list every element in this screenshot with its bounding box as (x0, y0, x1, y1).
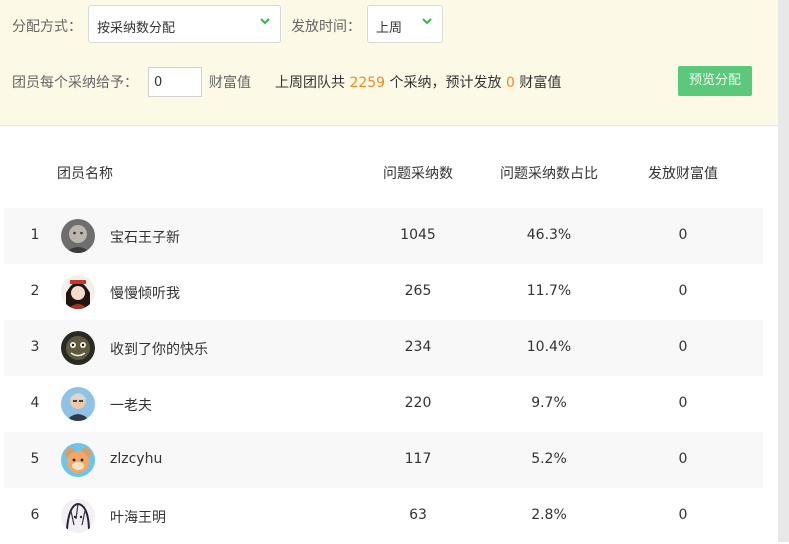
member-name[interactable]: 慢慢倾听我 (110, 283, 180, 303)
row-index: 5 (30, 451, 40, 467)
adoption-count: 220 (404, 395, 432, 411)
summary-mid: 个采纳，预计发放 (389, 75, 502, 91)
total-adoptions: 2259 (349, 75, 386, 91)
avatar[interactable] (61, 219, 95, 253)
row-index: 3 (30, 339, 40, 355)
estimated-wealth: 0 (506, 75, 515, 91)
avatar[interactable] (61, 331, 95, 365)
row-index: 2 (30, 283, 40, 299)
member-name[interactable]: 叶海王明 (110, 507, 166, 527)
member-name[interactable]: 一老夫 (110, 395, 152, 415)
summary-text: 上周团队共 2259 个采纳，预计发放 0 财富值 (275, 72, 561, 92)
member-name[interactable]: 收到了你的快乐 (110, 339, 208, 359)
scrollbar[interactable] (778, 0, 789, 542)
time-select[interactable]: 上周 (367, 5, 443, 43)
adoption-percent: 46.3% (526, 227, 572, 243)
wealth-value: 0 (678, 451, 688, 467)
header-adoption-count: 问题采纳数 (383, 166, 453, 182)
per-adoption-input[interactable] (148, 67, 202, 97)
avatar[interactable] (61, 275, 95, 309)
adoption-percent: 10.4% (526, 339, 572, 355)
row-index: 1 (30, 227, 40, 243)
row-index: 6 (30, 507, 40, 523)
preview-allocation-button[interactable]: 预览分配 (678, 66, 752, 96)
adoption-percent: 9.7% (531, 395, 567, 411)
table-row: 1 宝石王子新 1045 46.3% 0 (4, 208, 763, 264)
adoption-count: 265 (404, 283, 432, 299)
chevron-down-icon (260, 18, 270, 25)
wealth-value: 0 (678, 283, 688, 299)
header-adoption-percent: 问题采纳数占比 (500, 166, 598, 182)
adoption-count: 1045 (400, 227, 436, 243)
avatar[interactable] (61, 499, 95, 533)
table-row: 5 zlzcyhu 117 5.2% 0 (4, 432, 763, 488)
adoption-count: 63 (409, 507, 427, 523)
wealth-value: 0 (678, 507, 688, 523)
chevron-down-icon (422, 18, 432, 25)
per-adoption-unit: 财富值 (209, 75, 251, 91)
summary-unit: 财富值 (519, 75, 562, 91)
table-row: 6 叶海王明 63 2.8% 0 (4, 488, 763, 544)
member-name[interactable]: 宝石王子新 (110, 227, 180, 247)
method-label: 分配方式： (12, 19, 82, 35)
per-adoption-label: 团员每个采纳给予： (12, 75, 138, 91)
member-name[interactable]: zlzcyhu (110, 451, 162, 467)
avatar[interactable] (61, 443, 95, 477)
time-label: 发放时间： (291, 19, 361, 35)
header-wealth: 发放财富值 (648, 166, 718, 182)
adoption-percent: 2.8% (531, 507, 567, 523)
method-select-value: 按采纳数分配 (97, 21, 176, 36)
wealth-value: 0 (678, 339, 688, 355)
header-member-name: 团员名称 (57, 166, 113, 182)
allocation-settings-panel: 分配方式： 按采纳数分配 发放时间： 上周 团员每个采纳给予： 财富值 上周团队… (0, 0, 778, 126)
row-index: 4 (30, 395, 40, 411)
time-select-value: 上周 (376, 21, 403, 36)
avatar[interactable] (61, 387, 95, 421)
table-row: 4 一老夫 220 9.7% 0 (4, 376, 763, 432)
adoption-count: 234 (404, 339, 432, 355)
method-select[interactable]: 按采纳数分配 (88, 5, 281, 43)
adoption-percent: 5.2% (531, 451, 567, 467)
wealth-value: 0 (678, 227, 688, 243)
table-row: 3 收到了你的快乐 234 10.4% 0 (4, 320, 763, 376)
adoption-count: 117 (404, 451, 432, 467)
adoption-percent: 11.7% (526, 283, 572, 299)
summary-prefix: 上周团队共 (275, 75, 345, 91)
table-row: 2 慢慢倾听我 265 11.7% 0 (4, 264, 763, 320)
wealth-value: 0 (678, 395, 688, 411)
